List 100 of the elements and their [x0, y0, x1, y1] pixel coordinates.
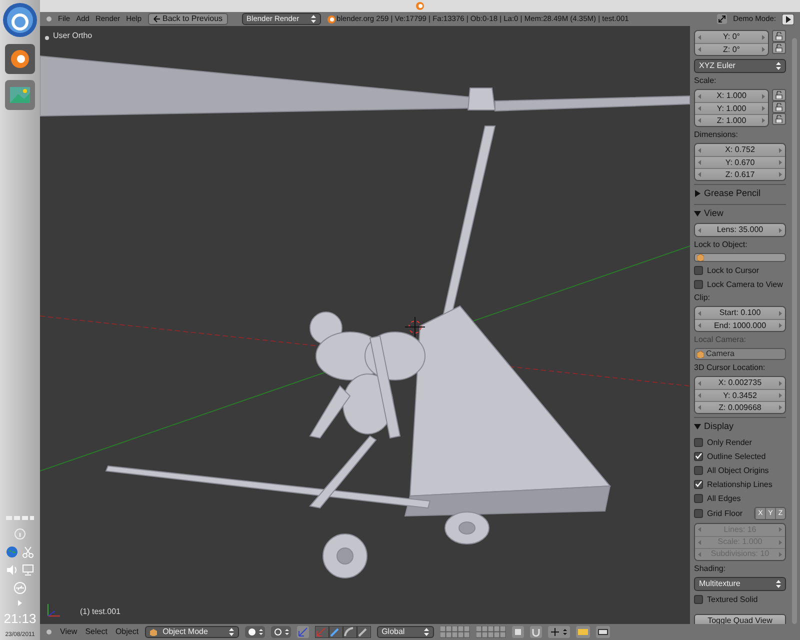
number-field[interactable]: X: 1.000 — [695, 90, 768, 102]
scissors-icon[interactable] — [22, 546, 34, 558]
checkbox-label[interactable]: Only Render — [707, 436, 752, 448]
manipulator-toggle-icon[interactable] — [296, 626, 309, 638]
updown-arrows-icon — [776, 62, 781, 70]
checkbox-label[interactable]: All Object Origins — [707, 464, 769, 476]
number-field[interactable]: Y: 0.3452 — [695, 389, 785, 401]
panel-header[interactable]: Grease Pencil — [694, 184, 786, 200]
blender-logo-icon — [326, 14, 336, 24]
snap-magnet-icon[interactable] — [530, 626, 542, 638]
lock-icon[interactable] — [775, 32, 783, 40]
updown-arrows-icon — [228, 628, 234, 636]
dropdown[interactable]: Multitexture — [694, 576, 786, 590]
number-field[interactable]: Z: 0.009668 — [695, 401, 785, 413]
checkbox-label[interactable]: All Edges — [707, 492, 741, 504]
number-field[interactable]: X: 0.752 — [695, 144, 785, 156]
number-field[interactable]: Y: 0° — [695, 31, 768, 43]
editor-type-icon[interactable] — [46, 629, 52, 635]
field-label: Scale: — [694, 76, 718, 86]
checkbox-label[interactable]: Relationship Lines — [707, 478, 772, 490]
number-field[interactable]: Z: 0° — [695, 43, 768, 55]
checkbox[interactable] — [694, 452, 703, 460]
app-launcher-icon[interactable] — [5, 44, 35, 74]
checkbox[interactable] — [694, 438, 703, 446]
number-field[interactable]: Lens: 35.000 — [695, 224, 785, 236]
decrement-arrow-icon — [698, 552, 701, 556]
lock-icon[interactable] — [775, 91, 783, 99]
layers-grid-icon[interactable] — [476, 626, 506, 638]
menu-item[interactable]: Select — [85, 626, 108, 638]
checkbox[interactable] — [694, 494, 703, 502]
increment-arrow-icon — [778, 310, 782, 316]
back-button[interactable]: Back to Previous — [148, 13, 228, 25]
checkbox[interactable] — [694, 508, 703, 518]
field-label: Clip: — [694, 293, 712, 303]
increment-arrow-icon — [778, 540, 782, 544]
updown-arrows-icon — [776, 580, 781, 588]
menu-item[interactable]: View — [60, 626, 78, 638]
cube-icon — [697, 254, 704, 261]
updown-arrows-icon — [310, 15, 316, 23]
corner-widget-icon[interactable] — [45, 36, 49, 40]
expand-arrow-icon[interactable] — [17, 600, 23, 606]
toggle-button[interactable]: Toggle Quad View — [694, 614, 786, 624]
speaker-icon[interactable] — [6, 564, 18, 576]
checkbox[interactable] — [694, 280, 703, 289]
dropdown[interactable]: XYZ Euler — [694, 59, 786, 73]
checkbox-label[interactable]: Outline Selected — [707, 450, 766, 462]
play-button-icon[interactable] — [782, 14, 794, 24]
number-field[interactable]: X: 0.002735 — [695, 377, 785, 389]
snap-element-dropdown-icon[interactable] — [548, 626, 570, 638]
decrement-arrow-icon — [698, 148, 701, 152]
checkbox-label[interactable]: Lock to Cursor — [707, 265, 760, 276]
menu-item[interactable]: Object — [115, 626, 139, 638]
render-animation-icon[interactable] — [596, 626, 610, 638]
layers-grid-icon[interactable] — [440, 626, 470, 638]
number-field[interactable]: Start: 0.100 — [695, 307, 785, 319]
lock-icon[interactable] — [775, 115, 783, 123]
app-menu-icon[interactable] — [2, 2, 38, 38]
info-icon[interactable] — [14, 528, 26, 540]
pivot-dropdown-icon[interactable] — [270, 626, 291, 638]
number-field[interactable]: End: 1000.000 — [695, 319, 785, 331]
object-field[interactable] — [694, 253, 786, 262]
lock-icon[interactable] — [775, 44, 783, 52]
rotate-manipulator-icon[interactable] — [342, 626, 357, 638]
active-object-label: (1) test.001 — [80, 606, 120, 618]
orientation-dropdown[interactable]: Global — [376, 626, 434, 638]
increment-arrow-icon — [779, 148, 782, 152]
render-preview-icon[interactable] — [576, 626, 590, 638]
scrollbar[interactable] — [792, 38, 797, 624]
number-field[interactable]: Z: 1.000 — [695, 114, 768, 126]
number-field[interactable]: Z: 0.617 — [695, 168, 785, 180]
fullscreen-icon[interactable] — [717, 14, 728, 24]
checkbox[interactable] — [694, 480, 703, 488]
layer-lock-icon[interactable] — [512, 626, 524, 638]
rotate-manipulator-icon[interactable] — [328, 626, 343, 638]
clock-time: 21:13 — [4, 612, 36, 625]
number-field[interactable]: Y: 1.000 — [695, 102, 768, 114]
lock-icon[interactable] — [775, 103, 783, 111]
image-viewer-icon[interactable] — [5, 80, 35, 110]
panel-header[interactable]: Display — [694, 417, 786, 434]
panel-header[interactable]: View — [694, 204, 786, 220]
monitor-icon[interactable] — [22, 564, 34, 576]
editor-type-icon[interactable] — [46, 16, 52, 22]
globe-icon[interactable] — [6, 546, 18, 558]
checkbox[interactable] — [694, 594, 703, 604]
app-logo-icon — [415, 1, 425, 11]
translate-manipulator-icon[interactable] — [314, 626, 329, 638]
checkbox-label[interactable]: Textured Solid — [707, 594, 758, 604]
checkbox-label[interactable]: Grid Floor — [707, 508, 743, 518]
usb-icon[interactable] — [14, 582, 26, 594]
checkbox[interactable] — [694, 266, 703, 275]
checkbox-label[interactable]: Lock Camera to View — [707, 279, 783, 290]
taskbar-pager-icon[interactable] — [5, 514, 35, 522]
number-field[interactable]: Y: 0.670 — [695, 156, 785, 168]
checkbox[interactable] — [694, 466, 703, 474]
decrement-arrow-icon — [698, 47, 701, 52]
scale-manipulator-icon[interactable] — [356, 626, 371, 638]
mode-dropdown[interactable]: Object Mode — [144, 626, 239, 638]
shading-dropdown-icon[interactable] — [244, 626, 265, 638]
3d-cursor-icon[interactable] — [404, 316, 426, 338]
cube-icon — [697, 350, 704, 358]
